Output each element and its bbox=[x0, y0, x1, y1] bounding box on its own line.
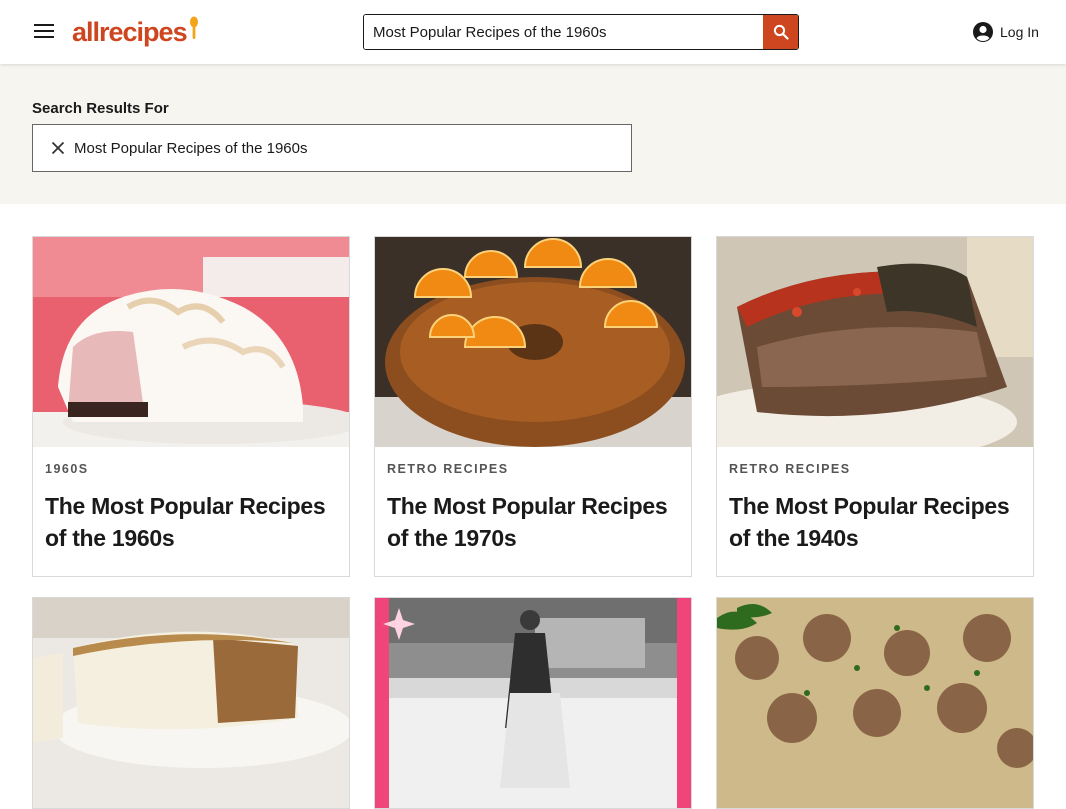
search-results-header: Search Results For Most Popular Recipes … bbox=[0, 64, 1066, 204]
card-tag: RETRO RECIPES bbox=[729, 462, 851, 476]
card-tag: 1960S bbox=[45, 462, 89, 476]
retro-kitchen-photo bbox=[375, 598, 691, 808]
card-title: The Most Popular Recipes of the 1970s bbox=[387, 493, 668, 551]
spoon-logo-icon bbox=[189, 16, 198, 39]
recipe-card[interactable] bbox=[716, 597, 1034, 809]
search-query-text: Most Popular Recipes of the 1960s bbox=[74, 139, 308, 157]
search-results-title: Search Results For bbox=[32, 100, 169, 117]
orange-bundt-cake-photo bbox=[375, 237, 691, 447]
recipe-card[interactable] bbox=[32, 597, 350, 809]
baked-alaska-photo bbox=[33, 237, 349, 447]
recipe-card[interactable]: 1960S The Most Popular Recipes of the 19… bbox=[32, 236, 350, 577]
allrecipes-logo[interactable]: allrecipes bbox=[72, 14, 199, 50]
search-icon bbox=[773, 24, 789, 40]
meatloaf-photo bbox=[717, 237, 1033, 447]
recipe-card[interactable]: RETRO RECIPES The Most Popular Recipes o… bbox=[716, 236, 1034, 577]
close-icon[interactable] bbox=[50, 140, 66, 156]
account-icon bbox=[973, 22, 993, 42]
recipe-card[interactable] bbox=[374, 597, 692, 809]
card-title: The Most Popular Recipes of the 1940s bbox=[729, 493, 1010, 551]
site-header: allrecipes Log In bbox=[0, 0, 1066, 64]
logo-text: allrecipes bbox=[72, 17, 188, 47]
search-query-chip: Most Popular Recipes of the 1960s bbox=[32, 124, 632, 172]
card-title: The Most Popular Recipes of the 1960s bbox=[45, 493, 326, 551]
carrot-cake-photo bbox=[33, 598, 349, 808]
recipe-card[interactable]: RETRO RECIPES The Most Popular Recipes o… bbox=[374, 236, 692, 577]
login-link[interactable]: Log In bbox=[972, 20, 1039, 44]
search-button[interactable] bbox=[763, 15, 798, 49]
search-bar bbox=[363, 14, 799, 50]
swedish-meatballs-photo bbox=[717, 598, 1033, 808]
search-input[interactable] bbox=[364, 15, 763, 49]
card-tag: RETRO RECIPES bbox=[387, 462, 509, 476]
hamburger-menu-icon[interactable] bbox=[30, 20, 58, 44]
login-label: Log In bbox=[1000, 24, 1039, 40]
